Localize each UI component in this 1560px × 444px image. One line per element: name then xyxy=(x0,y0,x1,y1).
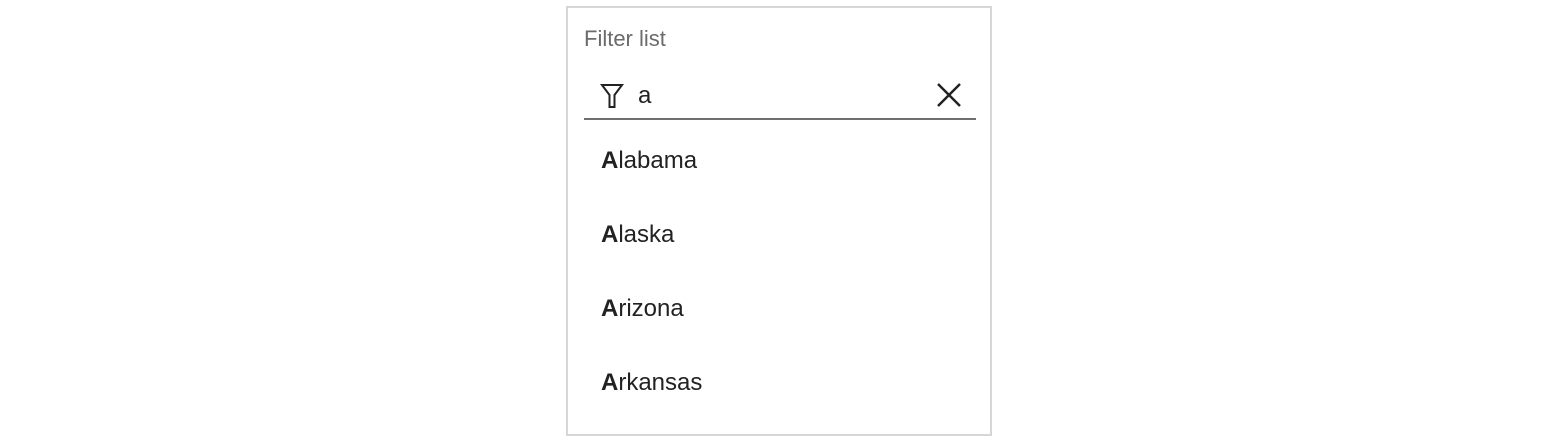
filter-list-label: Filter list xyxy=(584,26,666,51)
filter-list-panel: Filter list Alabama Alaska Arizona Arkan… xyxy=(566,6,992,436)
filter-funnel-icon xyxy=(600,84,624,108)
list-item[interactable]: Alaska xyxy=(568,198,990,272)
match-highlight: A xyxy=(601,369,619,396)
list-item-label: laska xyxy=(618,221,675,248)
list-item-label: rizona xyxy=(618,295,684,322)
filtered-results-list: Alabama Alaska Arizona Arkansas xyxy=(568,124,990,420)
list-item[interactable]: Alabama xyxy=(568,124,990,198)
list-item[interactable]: Arizona xyxy=(568,272,990,346)
match-highlight: A xyxy=(601,295,619,322)
list-item[interactable]: Arkansas xyxy=(568,346,990,420)
list-item-label: labama xyxy=(618,147,698,174)
list-item-label: rkansas xyxy=(618,369,703,396)
close-icon[interactable] xyxy=(934,80,964,110)
match-highlight: A xyxy=(601,147,619,174)
filter-search-input[interactable] xyxy=(638,78,928,114)
match-highlight: A xyxy=(601,221,619,248)
filter-search-box[interactable] xyxy=(584,74,976,120)
